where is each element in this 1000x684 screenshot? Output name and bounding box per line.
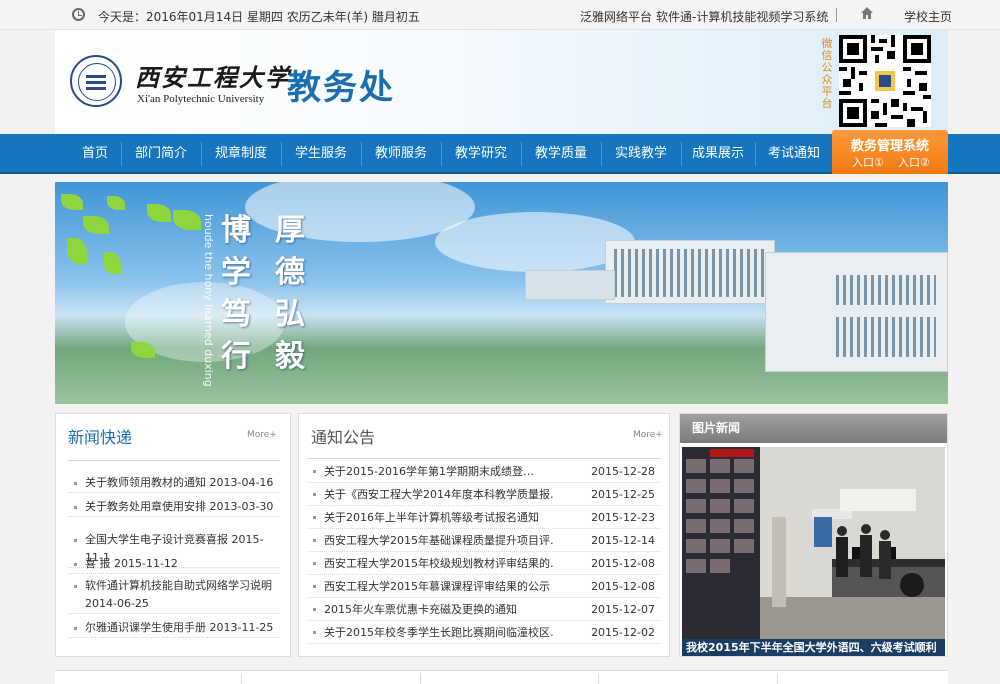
nav-item-teaching-quality[interactable]: 教学质量 (522, 134, 600, 174)
notice-date: 2015-12-07 (591, 603, 655, 616)
motto-column-left: 博 学 笃 行 (219, 210, 253, 378)
notice-title: 西安工程大学2015年校级规划教材评审结果的… (324, 557, 554, 570)
news-list-item[interactable]: 软件通计算机技能自助式网络学习说明 2014-06-25 (68, 577, 280, 614)
divider (420, 673, 421, 684)
nav-item-practice[interactable]: 实践教学 (602, 134, 680, 174)
wechat-label: 微信公众平台 (821, 37, 833, 110)
nav-item-about[interactable]: 部门简介 (122, 134, 200, 174)
school-home-link[interactable]: 学校主页 (904, 8, 952, 25)
news-list-item[interactable]: 关于教师领用教材的通知 2013-04-16 (68, 474, 280, 493)
divider (308, 458, 661, 459)
school-name-cn: 西安工程大学 (135, 63, 291, 92)
date-text: 今天是：2016年01月14日 星期四 农历乙未年(羊) 腊月初五 (98, 10, 420, 24)
system-entry-1-link[interactable]: 入口① (852, 154, 884, 170)
notice-title: 关于《西安工程大学2014年度本科教学质量报… (324, 488, 554, 501)
leaf (173, 210, 201, 230)
department-title: 教务处 (287, 68, 395, 108)
notice-date: 2015-12-14 (591, 534, 655, 547)
divider (836, 8, 837, 22)
academic-system-title: 教务管理系统 (850, 139, 929, 154)
leaf (103, 252, 121, 274)
notice-title: 西安工程大学2015年慕课课程评审结果的公示 (324, 580, 550, 593)
motto-char: 笃 (221, 297, 251, 332)
motto-char: 德 (275, 255, 305, 290)
clock-icon (72, 8, 85, 21)
notices-panel: 通知公告 More+ 关于2015-2016学年第1学期期末成绩登… 2015-1… (298, 413, 670, 657)
top-bar: 今天是：2016年01月14日 星期四 农历乙未年(羊) 腊月初五 泛雅网络平台… (0, 0, 1000, 30)
news-list-item[interactable]: 关于教务处用章使用安排 2013-03-30 (68, 498, 280, 517)
notice-list-item[interactable]: 西安工程大学2015年基础课程质量提升项目评… 2015-12-14 (308, 529, 661, 552)
leaf (107, 196, 125, 210)
hero-banner: houde the hony learned duxing 博 学 笃 行 厚 … (55, 182, 948, 404)
notice-title: 2015年火车票优惠卡充磁及更换的通知 (324, 603, 517, 616)
motto-char: 厚 (275, 213, 305, 248)
notice-date: 2015-12-25 (591, 488, 655, 501)
news-panel: 新闻快递 More+ 关于教师领用教材的通知 2013-04-16 关于教务处用… (55, 413, 291, 657)
news-more-link[interactable]: More+ (247, 430, 277, 440)
leaf (147, 204, 171, 222)
nav-item-exam-notice[interactable]: 考试通知 (756, 134, 832, 174)
site-header: 西安工程大学 Xi'an Polytechnic University 教务处 … (55, 30, 948, 134)
notice-list-item[interactable]: 关于《西安工程大学2014年度本科教学质量报… 2015-12-25 (308, 483, 661, 506)
motto-char: 弘 (275, 297, 305, 332)
photo-news-panel: 图片新闻 我校2015年下半年全国大学外语四、六级考试顺利 (679, 413, 948, 657)
notice-list-item[interactable]: 西安工程大学2015年校级规划教材评审结果的… 2015-12-08 (308, 552, 661, 575)
notice-list-item[interactable]: 西安工程大学2015年慕课课程评审结果的公示 2015-12-08 (308, 575, 661, 598)
notice-list-item[interactable]: 关于2015年校冬季学生长跑比赛期间临潼校区… 2015-12-02 (308, 621, 661, 644)
notice-list-item[interactable]: 关于2016年上半年计算机等级考试报名通知 2015-12-23 (308, 506, 661, 529)
notices-more-link[interactable]: More+ (633, 430, 663, 440)
nav-item-teaching-research[interactable]: 教学研究 (442, 134, 520, 174)
notice-list-item[interactable]: 2015年火车票优惠卡充磁及更换的通知 2015-12-07 (308, 598, 661, 621)
fanya-platform-link[interactable]: 泛雅网络平台 (580, 8, 652, 25)
photo-news-image[interactable] (682, 447, 945, 639)
motto-char: 博 (221, 213, 251, 248)
notices-panel-title: 通知公告 (311, 428, 376, 447)
notice-list-item[interactable]: 关于2015-2016学年第1学期期末成绩登… 2015-12-28 (308, 460, 661, 483)
motto-char: 行 (221, 339, 251, 374)
news-panel-title: 新闻快递 (68, 428, 133, 447)
notice-date: 2015-12-23 (591, 511, 655, 524)
bottom-section (55, 670, 948, 684)
notice-title: 关于2016年上半年计算机等级考试报名通知 (324, 511, 539, 524)
notice-title: 西安工程大学2015年基础课程质量提升项目评… (324, 534, 554, 547)
nav-item-teacher-service[interactable]: 教师服务 (362, 134, 440, 174)
motto-char: 毅 (275, 339, 305, 374)
qr-code-icon (839, 35, 931, 127)
leaf (61, 194, 83, 210)
news-list-item[interactable]: 尔雅通识课学生使用手册 2013-11-25 (68, 619, 280, 638)
divider (777, 673, 778, 684)
notice-title: 关于2015-2016学年第1学期期末成绩登… (324, 465, 534, 478)
academic-system-box: 教务管理系统 入口① 入口② (832, 130, 948, 174)
building (605, 240, 775, 304)
notice-date: 2015-12-02 (591, 626, 655, 639)
university-logo[interactable] (70, 55, 122, 107)
notice-date: 2015-12-28 (591, 465, 655, 478)
nav-item-home[interactable]: 首页 (70, 134, 120, 174)
photo-news-title: 图片新闻 (680, 414, 947, 443)
nav-item-regulations[interactable]: 规章制度 (202, 134, 280, 174)
system-entry-2-link[interactable]: 入口② (898, 154, 930, 170)
divider (241, 673, 242, 684)
photo-news-caption[interactable]: 我校2015年下半年全国大学外语四、六级考试顺利 (682, 639, 945, 656)
divider (68, 460, 280, 461)
notice-date: 2015-12-08 (591, 580, 655, 593)
leaf (67, 238, 87, 264)
nav-item-achievements[interactable]: 成果展示 (682, 134, 754, 174)
monitoring-room-photo (682, 447, 945, 639)
leaf (83, 216, 109, 234)
leaf (131, 342, 155, 358)
school-name-en: Xi'an Polytechnic University (137, 93, 265, 105)
notice-date: 2015-12-08 (591, 557, 655, 570)
motto-column-right: 厚 德 弘 毅 (273, 210, 307, 378)
motto-english: houde the hony learned duxing (202, 214, 215, 387)
home-icon[interactable] (860, 6, 874, 20)
building (525, 270, 615, 300)
nav-item-student-service[interactable]: 学生服务 (282, 134, 360, 174)
news-list-item[interactable]: 喜 报 2015-11-12 (68, 555, 280, 574)
motto-char: 学 (221, 255, 251, 290)
notice-title: 关于2015年校冬季学生长跑比赛期间临潼校区… (324, 626, 554, 639)
software-platform-link[interactable]: 软件通-计算机技能视频学习系统 (656, 8, 828, 25)
building (765, 252, 948, 372)
divider (598, 673, 599, 684)
